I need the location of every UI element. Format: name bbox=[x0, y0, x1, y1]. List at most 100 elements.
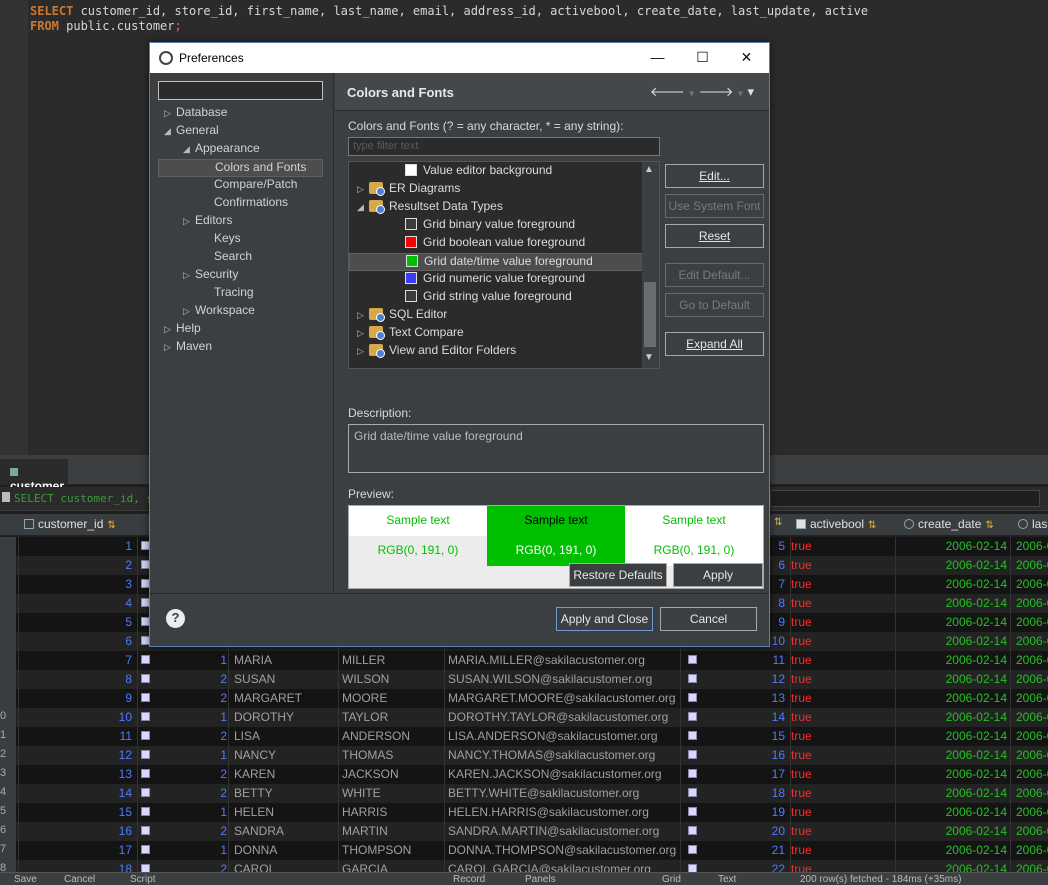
row-number[interactable]: 3 bbox=[0, 765, 16, 784]
tree-item-search[interactable]: Search bbox=[202, 249, 252, 267]
color-item-sql-editor[interactable]: ▷ SQL Editor bbox=[349, 307, 643, 325]
cell-address-id[interactable]: 21 bbox=[772, 843, 785, 857]
cell-address-id[interactable]: 11 bbox=[773, 653, 785, 667]
cell-activebool[interactable]: true bbox=[791, 710, 812, 724]
edit-default-button[interactable]: Edit Default... bbox=[665, 263, 764, 287]
row-number[interactable]: 1 bbox=[0, 727, 16, 746]
save-button[interactable]: Save bbox=[14, 874, 37, 885]
cell-last-name[interactable]: JACKSON bbox=[342, 767, 399, 781]
cell-last-update[interactable]: 2006-0 bbox=[1016, 767, 1048, 781]
cell-activebool[interactable]: true bbox=[791, 577, 812, 591]
column-header-customer-id[interactable]: customer_id ⇅ bbox=[24, 517, 116, 531]
link-icon[interactable] bbox=[141, 826, 150, 835]
link-icon[interactable] bbox=[688, 712, 697, 721]
cell-create-date[interactable]: 2006-02-14 bbox=[946, 691, 1007, 705]
cell-address-id[interactable]: 8 bbox=[778, 596, 785, 610]
link-icon[interactable] bbox=[141, 693, 150, 702]
expand-toggle-icon[interactable]: ▷ bbox=[183, 216, 195, 227]
cell-last-update[interactable]: 2006-0 bbox=[1016, 729, 1048, 743]
table-row[interactable]: 4 14 2 BETTY WHITE BETTY.WHITE@sakilacustomer… bbox=[0, 784, 1048, 803]
cell-last-update[interactable]: 2006-0 bbox=[1016, 843, 1048, 857]
colors-fonts-tree[interactable]: Value editor background ▷ ER Diagrams ◢ Resu… bbox=[348, 161, 660, 369]
cell-address-id[interactable]: 12 bbox=[772, 672, 785, 686]
dialog-titlebar[interactable]: Preferences — ☐ ✕ bbox=[150, 43, 769, 73]
cell-activebool[interactable]: true bbox=[791, 558, 812, 572]
row-number[interactable] bbox=[0, 594, 16, 613]
expand-toggle-icon[interactable]: ▷ bbox=[183, 270, 195, 281]
cell-store-id[interactable]: 1 bbox=[220, 653, 227, 667]
cell-last-update[interactable]: 2006-0 bbox=[1016, 824, 1048, 838]
link-icon[interactable] bbox=[688, 845, 697, 854]
cell-email[interactable]: DOROTHY.TAYLOR@sakilacustomer.org bbox=[448, 710, 668, 724]
cell-customer-id[interactable]: 1 bbox=[125, 539, 132, 553]
color-item-grid-date-time-value-foreground[interactable]: Grid date/time value foreground bbox=[349, 253, 643, 271]
cell-last-update[interactable]: 2006-0 bbox=[1016, 596, 1048, 610]
cell-customer-id[interactable]: 9 bbox=[125, 691, 132, 705]
cell-email[interactable]: SUSAN.WILSON@sakilacustomer.org bbox=[448, 672, 652, 686]
record-button[interactable]: Record bbox=[453, 874, 485, 885]
cell-address-id[interactable]: 18 bbox=[772, 786, 785, 800]
cell-store-id[interactable]: 2 bbox=[220, 672, 227, 686]
cell-activebool[interactable]: true bbox=[791, 843, 812, 857]
maximize-button[interactable]: ☐ bbox=[680, 43, 725, 73]
link-icon[interactable] bbox=[688, 788, 697, 797]
cell-first-name[interactable]: KAREN bbox=[234, 767, 275, 781]
table-row[interactable]: 7 17 1 DONNA THOMPSON DONNA.THOMPSON@sakilacu… bbox=[0, 841, 1048, 860]
panels-button[interactable]: Panels bbox=[525, 874, 556, 885]
tree-item-confirmations[interactable]: Confirmations bbox=[202, 195, 288, 213]
expand-toggle-icon[interactable]: ▷ bbox=[357, 184, 369, 195]
cell-store-id[interactable]: 2 bbox=[220, 767, 227, 781]
edit-button[interactable]: Edit... bbox=[665, 164, 764, 188]
cell-create-date[interactable]: 2006-02-14 bbox=[946, 805, 1007, 819]
scroll-down-icon[interactable]: ▼ bbox=[644, 352, 654, 363]
link-icon[interactable] bbox=[141, 750, 150, 759]
cell-email[interactable]: MARGARET.MOORE@sakilacustomer.org bbox=[448, 691, 676, 705]
row-number[interactable]: 7 bbox=[0, 841, 16, 860]
cell-last-name[interactable]: ANDERSON bbox=[342, 729, 410, 743]
column-header-last-update[interactable]: las bbox=[1018, 517, 1047, 531]
cell-address-id[interactable]: 13 bbox=[772, 691, 785, 705]
expand-toggle-icon[interactable]: ◢ bbox=[357, 202, 369, 213]
cell-customer-id[interactable]: 13 bbox=[119, 767, 132, 781]
cell-last-name[interactable]: THOMAS bbox=[342, 748, 393, 762]
table-row[interactable]: 0 10 1 DOROTHY TAYLOR DOROTHY.TAYLOR@sakilacu… bbox=[0, 708, 1048, 727]
cell-store-id[interactable]: 1 bbox=[220, 710, 227, 724]
cell-first-name[interactable]: MARGARET bbox=[234, 691, 302, 705]
cell-email[interactable]: BETTY.WHITE@sakilacustomer.org bbox=[448, 786, 639, 800]
cell-create-date[interactable]: 2006-02-14 bbox=[946, 596, 1007, 610]
cell-first-name[interactable]: MARIA bbox=[234, 653, 272, 667]
minimize-button[interactable]: — bbox=[635, 43, 680, 73]
sort-icon[interactable]: ⇅ bbox=[868, 520, 876, 531]
link-icon[interactable] bbox=[141, 674, 150, 683]
cell-last-update[interactable]: 2006-0 bbox=[1016, 748, 1048, 762]
expand-toggle-icon[interactable]: ▷ bbox=[357, 346, 369, 357]
cell-create-date[interactable]: 2006-02-14 bbox=[946, 672, 1007, 686]
link-icon[interactable] bbox=[141, 731, 150, 740]
sort-icon[interactable]: ⇅ bbox=[985, 520, 993, 531]
use-system-font-button[interactable]: Use System Font bbox=[665, 194, 764, 218]
cell-last-name[interactable]: THOMPSON bbox=[342, 843, 411, 857]
cell-last-name[interactable]: MARTIN bbox=[342, 824, 388, 838]
color-item-er-diagrams[interactable]: ▷ ER Diagrams bbox=[349, 181, 643, 199]
cell-create-date[interactable]: 2006-02-14 bbox=[946, 634, 1007, 648]
row-number[interactable]: 4 bbox=[0, 784, 16, 803]
cell-create-date[interactable]: 2006-02-14 bbox=[946, 615, 1007, 629]
cell-last-update[interactable]: 2006-0 bbox=[1016, 577, 1048, 591]
cell-store-id[interactable]: 1 bbox=[220, 748, 227, 762]
apply-button[interactable]: Apply bbox=[673, 563, 763, 587]
row-number[interactable] bbox=[0, 632, 16, 651]
scroll-up-icon[interactable]: ▲ bbox=[644, 164, 654, 175]
cell-create-date[interactable]: 2006-02-14 bbox=[946, 843, 1007, 857]
chevron-down-icon[interactable]: ▼ bbox=[737, 89, 748, 98]
cell-customer-id[interactable]: 10 bbox=[119, 710, 132, 724]
cell-last-update[interactable]: 2006-0 bbox=[1016, 691, 1048, 705]
link-icon[interactable] bbox=[688, 769, 697, 778]
cell-address-id[interactable]: 7 bbox=[778, 577, 785, 591]
link-icon[interactable] bbox=[688, 693, 697, 702]
cell-customer-id[interactable]: 7 bbox=[125, 653, 132, 667]
cell-create-date[interactable]: 2006-02-14 bbox=[946, 767, 1007, 781]
cell-activebool[interactable]: true bbox=[791, 539, 812, 553]
cell-activebool[interactable]: true bbox=[791, 653, 812, 667]
expand-toggle-icon[interactable]: ▷ bbox=[183, 306, 195, 317]
link-icon[interactable] bbox=[688, 731, 697, 740]
